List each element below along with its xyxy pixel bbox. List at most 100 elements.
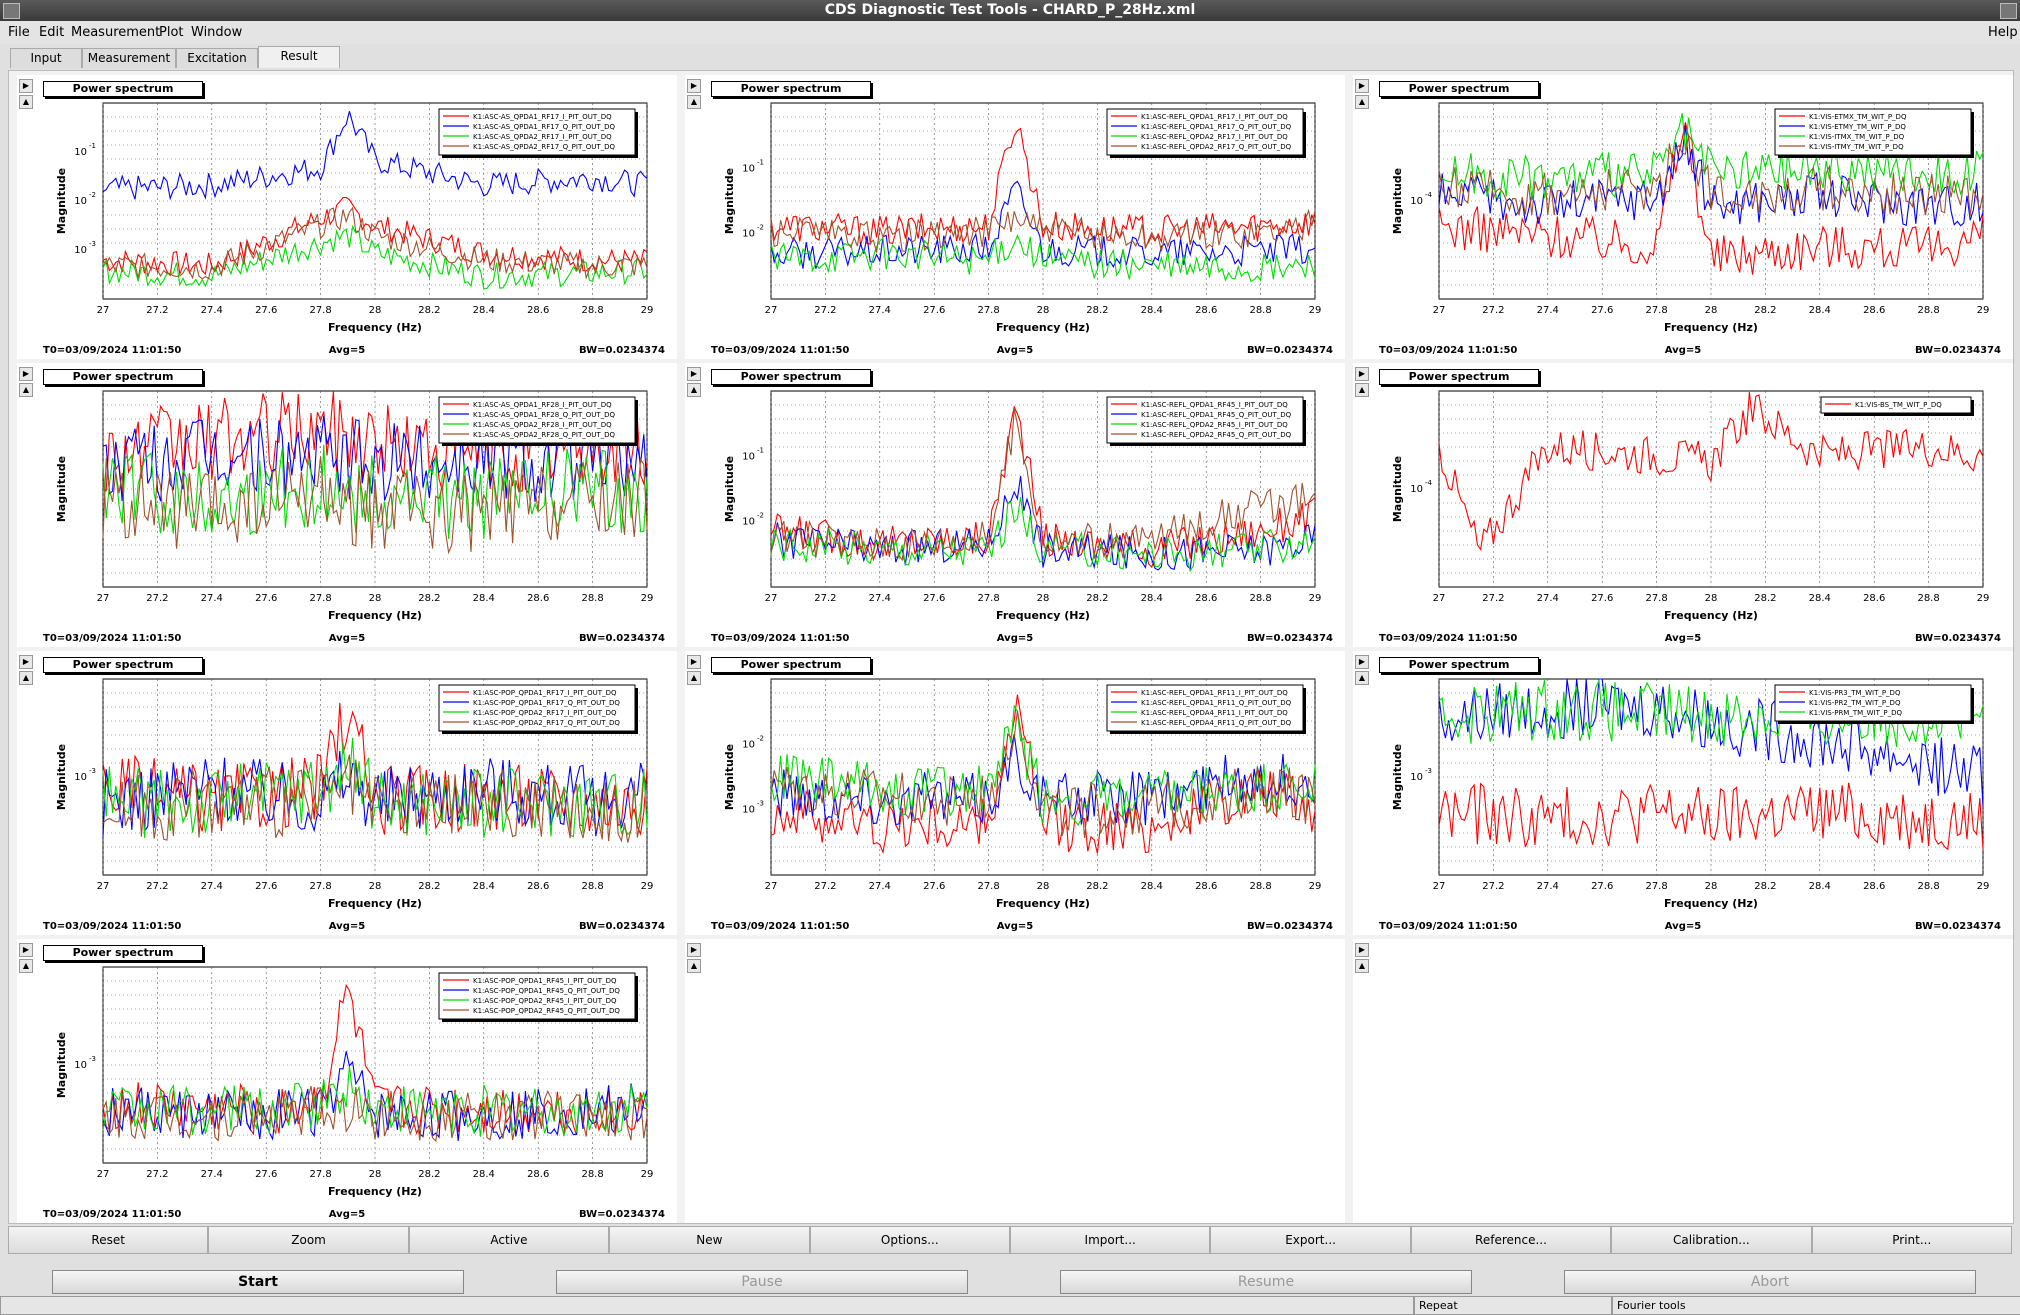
- plot-panel-8[interactable]: ▶ ▲ Power spectrum 27 27.2 27.4 27.6 27.8 28 28.2…: [685, 651, 1345, 935]
- x-tick-label: 27.4: [1537, 305, 1559, 316]
- calibration-button[interactable]: Calibration...: [1611, 1226, 1812, 1254]
- y-tick-label: 10: [1410, 484, 1423, 495]
- pause-button[interactable]: Pause: [556, 1270, 968, 1294]
- x-tick-label: 27.6: [1591, 305, 1613, 316]
- plot-panel-6[interactable]: ▶ ▲ Power spectrum 27 27.2 27.4 27.6 27.8 28 28.2…: [1353, 363, 2013, 647]
- x-tick-label: 28.2: [418, 1169, 440, 1180]
- plot-panel-7[interactable]: ▶ ▲ Power spectrum 27 27.2 27.4 27.6 27.8 28 28.2…: [17, 651, 677, 935]
- x-axis-label: Frequency (Hz): [328, 321, 422, 334]
- x-tick-label: 28: [1037, 305, 1050, 316]
- footer-t0: T0=03/09/2024 11:01:50: [43, 1209, 181, 1220]
- reset-button[interactable]: Reset: [8, 1226, 209, 1254]
- y-axis-label: Magnitude: [723, 456, 736, 522]
- x-tick-label: 28.2: [1086, 305, 1108, 316]
- spectrum-plot[interactable]: 27 27.2 27.4 27.6 27.8 28 28.2 28.4 28.6 28.8 29 10…: [1353, 651, 2013, 935]
- footer-bw: BW=0.0234374: [579, 921, 665, 932]
- plot-panel-5[interactable]: ▶ ▲ Power spectrum 27 27.2 27.4 27.6 27.8 28 28.2…: [685, 363, 1345, 647]
- x-tick-label: 27.8: [309, 881, 331, 892]
- menu-window[interactable]: Window: [191, 25, 242, 40]
- spectrum-plot[interactable]: 27 27.2 27.4 27.6 27.8 28 28.2 28.4 28.6 28.8 29 10…: [17, 75, 677, 359]
- window-menu-icon[interactable]: [3, 3, 20, 19]
- y-tick-label: 10: [74, 772, 87, 783]
- x-tick-label: 28.6: [1195, 593, 1217, 604]
- active-button[interactable]: Active: [408, 1226, 610, 1254]
- legend-entry: K1:ASC-REFL_QPDA1_RF11_I_PIT_OUT_DQ: [1141, 689, 1288, 697]
- y-axis-label: Magnitude: [55, 744, 68, 810]
- spectrum-plot[interactable]: 27 27.2 27.4 27.6 27.8 28 28.2 28.4 28.6 28.8 29 10…: [685, 75, 1345, 359]
- spectrum-plot[interactable]: 27 27.2 27.4 27.6 27.8 28 28.2 28.4 28.6 28.8 29 10…: [685, 363, 1345, 647]
- menu-edit[interactable]: Edit: [39, 25, 64, 40]
- start-button[interactable]: Start: [52, 1270, 464, 1294]
- footer-bw: BW=0.0234374: [1247, 345, 1333, 356]
- y-tick-label: 10: [1410, 772, 1423, 783]
- plot-panel-10[interactable]: ▶ ▲ Power spectrum 27 27.2 27.4 27.6 27.8 28 28.2…: [17, 939, 677, 1223]
- panel-expand-icon[interactable]: ▶: [1355, 943, 1369, 957]
- x-tick-label: 27: [97, 881, 110, 892]
- footer-avg: Avg=5: [997, 921, 1033, 932]
- footer-avg: Avg=5: [997, 633, 1033, 644]
- x-tick-label: 29: [1977, 593, 1990, 604]
- plot-panel-11[interactable]: ▶ ▲: [685, 939, 1345, 1223]
- resume-button[interactable]: Resume: [1060, 1270, 1472, 1294]
- panel-collapse-icon[interactable]: ▲: [1355, 959, 1369, 973]
- x-tick-label: 27: [1433, 305, 1446, 316]
- plot-panel-12[interactable]: ▶ ▲: [1353, 939, 2013, 1223]
- y-tick-label: 10: [1410, 196, 1423, 207]
- x-axis-label: Frequency (Hz): [1664, 609, 1758, 622]
- y-axis-label: Magnitude: [55, 168, 68, 234]
- panel-collapse-icon[interactable]: ▲: [687, 959, 701, 973]
- tab-excitation[interactable]: Excitation: [176, 48, 258, 68]
- options-button[interactable]: Options...: [809, 1226, 1010, 1254]
- plot-panel-9[interactable]: ▶ ▲ Power spectrum 27 27.2 27.4 27.6 27.8 28 28.2…: [1353, 651, 2013, 935]
- import-button[interactable]: Import...: [1010, 1226, 1211, 1254]
- x-tick-label: 28.6: [1195, 881, 1217, 892]
- tab-result[interactable]: Result: [258, 46, 340, 68]
- y-axis-label: Magnitude: [55, 456, 68, 522]
- x-tick-label: 27.6: [255, 881, 277, 892]
- footer-t0: T0=03/09/2024 11:01:50: [43, 633, 181, 644]
- legend-entry: K1:ASC-POP_QPDA2_RF17_Q_PIT_OUT_DQ: [473, 719, 620, 727]
- plot-panel-1[interactable]: ▶ ▲ Power spectrum 27 27.2 27.4 27.6 27.8 28 28.2…: [17, 75, 677, 359]
- x-tick-label: 28.6: [527, 593, 549, 604]
- print-button[interactable]: Print...: [1811, 1226, 2012, 1254]
- x-tick-label: 28.2: [418, 881, 440, 892]
- spectrum-plot[interactable]: 27 27.2 27.4 27.6 27.8 28 28.2 28.4 28.6 28.8 29 10…: [17, 651, 677, 935]
- plot-panel-3[interactable]: ▶ ▲ Power spectrum 27 27.2 27.4 27.6 27.8 28 28.2…: [1353, 75, 2013, 359]
- legend-entry: K1:ASC-POP_QPDA2_RF45_Q_PIT_OUT_DQ: [473, 1007, 620, 1015]
- x-tick-label: 27.4: [869, 593, 891, 604]
- tab-input[interactable]: Input: [10, 48, 82, 68]
- new-button[interactable]: New: [609, 1226, 810, 1254]
- x-tick-label: 27.2: [814, 593, 836, 604]
- legend-entry: K1:ASC-POP_QPDA1_RF17_I_PIT_OUT_DQ: [473, 689, 617, 697]
- plot-panel-2[interactable]: ▶ ▲ Power spectrum 27 27.2 27.4 27.6 27.8 28 28.2…: [685, 75, 1345, 359]
- x-tick-label: 27: [1433, 593, 1446, 604]
- zoom-button[interactable]: Zoom: [208, 1226, 409, 1254]
- menu-plot[interactable]: Plot: [159, 25, 184, 40]
- x-tick-label: 27: [97, 1169, 110, 1180]
- panel-expand-icon[interactable]: ▶: [687, 943, 701, 957]
- legend-entry: K1:ASC-REFL_QPDA1_RF45_Q_PIT_OUT_DQ: [1141, 411, 1292, 419]
- abort-button[interactable]: Abort: [1564, 1270, 1976, 1294]
- spectrum-plot[interactable]: 27 27.2 27.4 27.6 27.8 28 28.2 28.4 28.6 28.8 29 10…: [1353, 75, 2013, 359]
- y-tick-exponent: -2: [757, 224, 764, 232]
- x-tick-label: 27.4: [201, 593, 223, 604]
- plot-button-bar: Reset Zoom Active New Options... Import... Exp…: [8, 1226, 2012, 1254]
- spectrum-plot[interactable]: 27 27.2 27.4 27.6 27.8 28 28.2 28.4 28.6 28.8 29 10…: [1353, 363, 2013, 647]
- window-close-icon[interactable]: [2000, 3, 2017, 19]
- reference-button[interactable]: Reference...: [1410, 1226, 1612, 1254]
- tab-measurement[interactable]: Measurement: [82, 48, 176, 68]
- spectrum-plot[interactable]: 27 27.2 27.4 27.6 27.8 28 28.2 28.4 28.6 28.8 29 10…: [17, 939, 677, 1223]
- menu-file[interactable]: File: [8, 25, 30, 40]
- x-tick-label: 27: [1433, 881, 1446, 892]
- legend-entry: K1:ASC-AS_QPDA2_RF17_Q_PIT_OUT_DQ: [473, 143, 616, 151]
- menu-measurement[interactable]: Measurement: [71, 25, 160, 40]
- x-tick-label: 27: [765, 593, 778, 604]
- spectrum-plot[interactable]: 27 27.2 27.4 27.6 27.8 28 28.2 28.4 28.6 28.8 29 10…: [685, 651, 1345, 935]
- legend-entry: K1:ASC-AS_QPDA2_RF28_I_PIT_OUT_DQ: [473, 421, 612, 429]
- spectrum-plot[interactable]: 27 27.2 27.4 27.6 27.8 28 28.2 28.4 28.6 28.8 29 Fr…: [17, 363, 677, 647]
- menu-help[interactable]: Help: [1988, 25, 2018, 40]
- plot-panel-4[interactable]: ▶ ▲ Power spectrum 27 27.2 27.4 27.6 27.8 28 28.2…: [17, 363, 677, 647]
- x-tick-label: 28.4: [473, 1169, 495, 1180]
- footer-bw: BW=0.0234374: [579, 345, 665, 356]
- export-button[interactable]: Export...: [1210, 1226, 1411, 1254]
